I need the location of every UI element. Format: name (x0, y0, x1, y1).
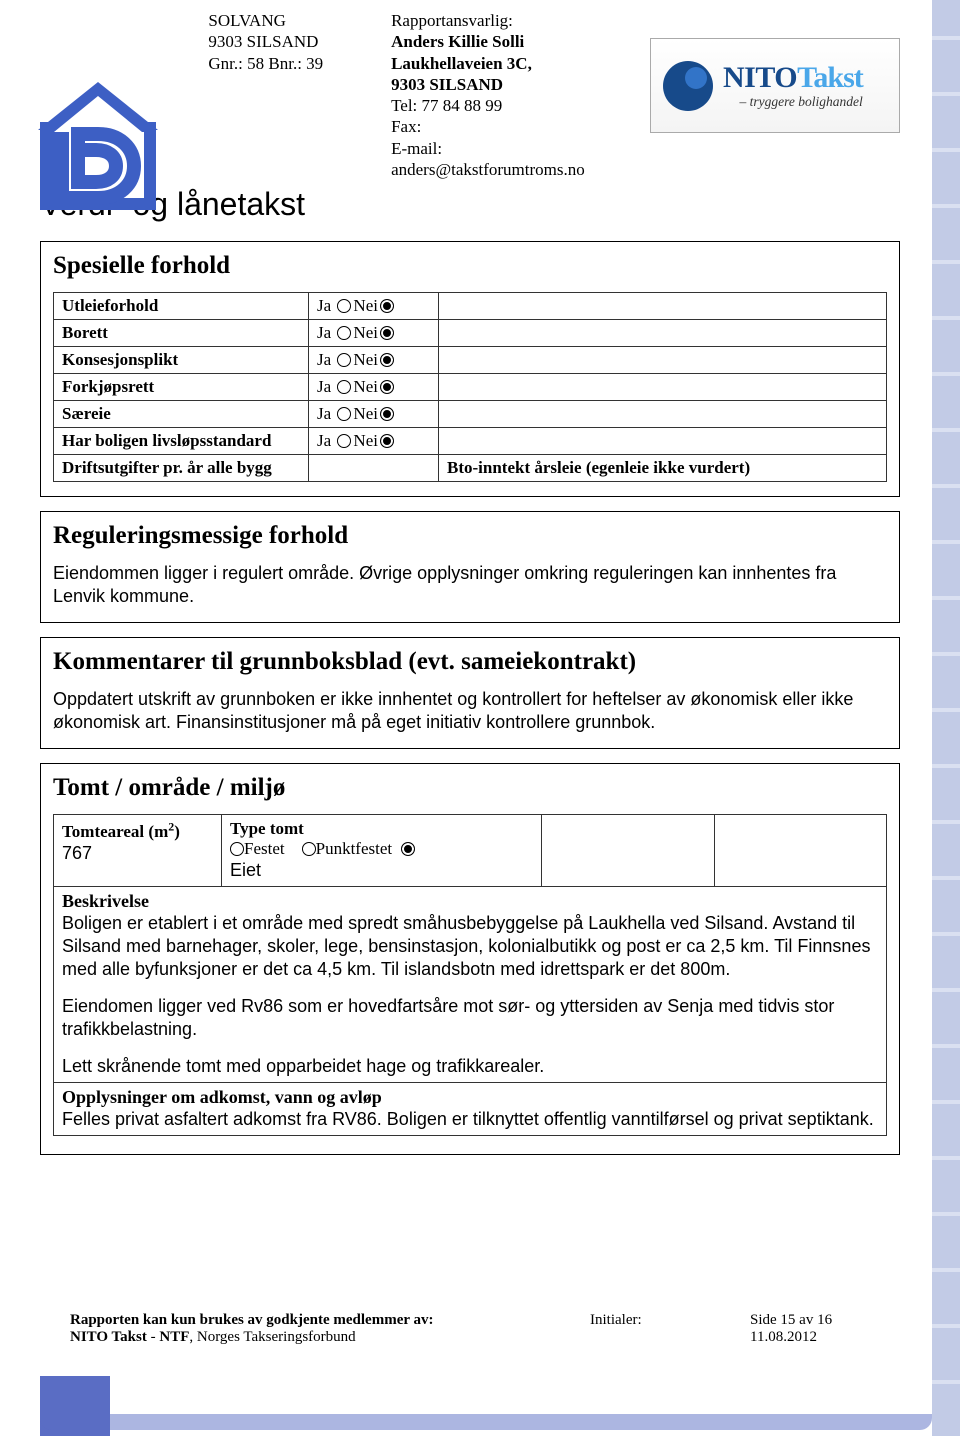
responsible-email-label: E-mail: (391, 138, 634, 159)
decorative-bottom-border (40, 1376, 932, 1436)
radio-ja-icon (337, 353, 351, 367)
regulering-heading: Reguleringsmessige forhold (53, 522, 887, 550)
beskrivelse-p1: Boligen er etablert i et område med spre… (62, 912, 878, 981)
row-label: Særeie (54, 401, 309, 428)
table-row: Forkjøpsrett Ja Nei (54, 374, 887, 401)
oppl-text: Felles privat asfaltert adkomst fra RV86… (62, 1108, 878, 1131)
page-footer: Rapporten kan kun brukes av godkjente me… (70, 1312, 900, 1346)
radio-ja-icon (337, 434, 351, 448)
table-row: Har boligen livsløpsstandard Ja Nei (54, 428, 887, 455)
row-label: Konsesjonsplikt (54, 347, 309, 374)
grunnbok-body: Oppdatert utskrift av grunnboken er ikke… (53, 688, 887, 734)
tomt-areal-cell: Tomteareal (m2) 767 (54, 815, 222, 887)
radio-festet-icon (230, 842, 244, 856)
property-id-block: SOLVANG 9303 SILSAND Gnr.: 58 Bnr.: 39 (208, 10, 375, 180)
section-grunnbok: Kommentarer til grunnboksblad (evt. same… (40, 637, 900, 749)
radio-nei-icon (380, 353, 394, 367)
tomt-heading: Tomt / område / miljø (53, 774, 887, 802)
section-spesielle-forhold: Spesielle forhold Utleieforhold Ja Nei B… (40, 241, 900, 497)
tomt-areal-value: 767 (62, 843, 92, 863)
beskrivelse-cell: Beskrivelse Boligen er etablert i et omr… (54, 887, 887, 1083)
radio-ja-icon (337, 380, 351, 394)
responsible-street: Laukhellaveien 3C, (391, 53, 634, 74)
row-label: Borett (54, 320, 309, 347)
responsible-email: anders@takstforumtroms.no (391, 159, 634, 180)
beskrivelse-p3: Lett skrånende tomt med opparbeidet hage… (62, 1055, 878, 1078)
janei-cell: Ja Nei (309, 293, 439, 320)
tomt-table: Tomteareal (m2) 767 Type tomt Festet Pun… (53, 814, 887, 1136)
radio-eiet-icon (401, 842, 415, 856)
spesielle-table: Utleieforhold Ja Nei Borett Ja Nei Konse… (53, 292, 887, 482)
drifts-label: Driftsutgifter pr. år alle bygg (54, 455, 309, 482)
table-row: Særeie Ja Nei (54, 401, 887, 428)
table-row: Konsesjonsplikt Ja Nei (54, 347, 887, 374)
radio-nei-icon (380, 434, 394, 448)
radio-ja-icon (337, 407, 351, 421)
empty-cell (439, 293, 887, 320)
table-row: Driftsutgifter pr. år alle bygg Bto-innt… (54, 455, 887, 482)
regulering-body: Eiendommen ligger i regulert område. Øvr… (53, 562, 887, 608)
nito-brand-2: Takst (797, 61, 863, 94)
radio-punktfestet-icon (302, 842, 316, 856)
responsible-block: Rapportansvarlig: Anders Killie Solli La… (391, 10, 634, 180)
responsible-city: 9303 SILSAND (391, 74, 634, 95)
row-label: Utleieforhold (54, 293, 309, 320)
radio-ja-icon (337, 299, 351, 313)
nito-tagline: – tryggere bolighandel (723, 95, 863, 109)
row-label: Har boligen livsløpsstandard (54, 428, 309, 455)
opplysninger-cell: Opplysninger om adkomst, vann og avløp F… (54, 1083, 887, 1136)
spesielle-heading: Spesielle forhold (53, 252, 887, 280)
footer-initialer: Initialer: (590, 1312, 642, 1328)
radio-nei-icon (380, 299, 394, 313)
row-label: Forkjøpsrett (54, 374, 309, 401)
document-title: Verdi- og lånetakst (40, 186, 900, 223)
footer-date: 11.08.2012 (750, 1329, 817, 1345)
nito-disk-icon (663, 61, 713, 111)
radio-nei-icon (380, 326, 394, 340)
table-row: Utleieforhold Ja Nei (54, 293, 887, 320)
section-tomt: Tomt / område / miljø Tomteareal (m2) 76… (40, 763, 900, 1155)
property-name: SOLVANG (208, 10, 375, 31)
nito-logo-box: NITOTakst – tryggere bolighandel (650, 38, 900, 133)
property-address: 9303 SILSAND (208, 31, 375, 52)
section-regulering: Reguleringsmessige forhold Eiendommen li… (40, 511, 900, 623)
beskrivelse-p2: Eiendomen ligger ved Rv86 som er hovedfa… (62, 995, 878, 1041)
radio-nei-icon (380, 407, 394, 421)
responsible-label: Rapportansvarlig: (391, 10, 634, 31)
responsible-fax: Fax: (391, 116, 634, 137)
footer-page-num: Side 15 av 16 (750, 1312, 832, 1328)
beskrivelse-label: Beskrivelse (62, 891, 878, 912)
oppl-label: Opplysninger om adkomst, vann og avløp (62, 1087, 878, 1108)
grunnbok-heading: Kommentarer til grunnboksblad (evt. same… (53, 648, 887, 676)
house-logo (38, 42, 158, 217)
footer-line1: Rapporten kan kun brukes av godkjente me… (70, 1312, 434, 1328)
radio-ja-icon (337, 326, 351, 340)
responsible-tel: Tel: 77 84 88 99 (391, 95, 634, 116)
bto-text: Bto-inntekt årsleie (egenleie ikke vurde… (439, 455, 887, 482)
property-gnrbnr: Gnr.: 58 Bnr.: 39 (208, 53, 375, 74)
radio-nei-icon (380, 380, 394, 394)
responsible-name: Anders Killie Solli (391, 31, 634, 52)
table-row: Borett Ja Nei (54, 320, 887, 347)
nito-brand-1: NITO (723, 61, 797, 94)
tomt-type-cell: Type tomt Festet Punktfestet Eiet (222, 815, 542, 887)
